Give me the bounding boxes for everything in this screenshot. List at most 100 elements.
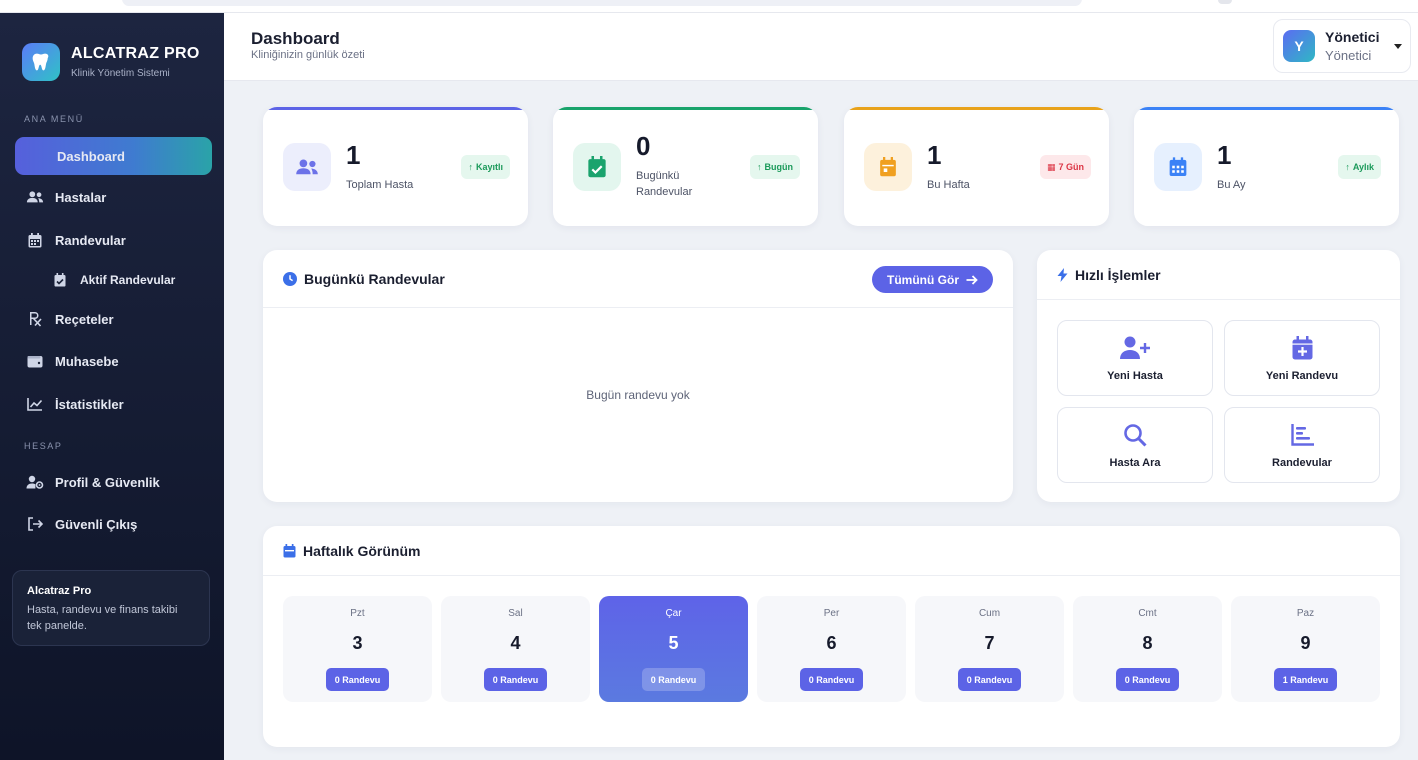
user-gear-icon	[15, 475, 55, 489]
day-card-per[interactable]: Per 6 0 Randevu	[757, 596, 906, 702]
stat-value: 1	[927, 140, 942, 170]
stat-label: Bu Ay	[1217, 179, 1246, 191]
day-name: Cmt	[1138, 608, 1157, 619]
calendar-week-icon	[864, 143, 912, 191]
user-menu[interactable]: Y Yönetici Yönetici	[1273, 19, 1411, 73]
sidebar-item-label: Reçeteler	[55, 311, 114, 327]
page-title: Dashboard	[251, 29, 340, 48]
browser-top-strip	[0, 0, 1418, 13]
calendar-plus-icon	[1292, 334, 1313, 362]
sidebar-info-card: Alcatraz Pro Hasta, randevu ve finans ta…	[12, 570, 210, 646]
appointment-count-badge: 0 Randevu	[1115, 668, 1180, 691]
sidebar: ALCATRAZ PRO Klinik Yönetim Sistemi ANA …	[0, 13, 224, 760]
user-plus-icon	[1120, 334, 1150, 362]
sidebar-item-receteler[interactable]: Reçeteler	[15, 300, 212, 338]
list-chart-icon	[1290, 421, 1314, 449]
sidebar-item-aktif-randevular[interactable]: Aktif Randevular	[40, 261, 212, 299]
day-card-sal[interactable]: Sal 4 0 Randevu	[441, 596, 590, 702]
address-bar[interactable]	[122, 0, 1082, 6]
day-name: Cum	[978, 608, 1001, 619]
brand[interactable]: ALCATRAZ PRO Klinik Yönetim Sistemi	[22, 43, 200, 81]
calendar-icon: ▦	[1046, 161, 1056, 172]
sidebar-item-label: Dashboard	[57, 148, 125, 164]
stat-label: Bu Hafta	[927, 179, 970, 191]
stat-card-toplam-hasta[interactable]: 1 Toplam Hasta ↑ Kayıtlı	[263, 107, 528, 226]
day-name: Sal	[508, 608, 523, 619]
stat-value: 1	[346, 140, 361, 170]
quick-action-label: Yeni Randevu	[1265, 370, 1339, 382]
sidebar-item-label: Randevular	[55, 232, 126, 248]
panel-header: Haftalık Görünüm	[263, 526, 1400, 576]
prescription-icon	[15, 311, 55, 327]
page-subtitle: Kliniğinizin günlük özeti	[251, 49, 365, 61]
arrow-up-icon: ↑	[468, 162, 473, 172]
appointment-count-badge: 0 Randevu	[641, 668, 706, 691]
avatar: Y	[1283, 30, 1315, 62]
day-name: Per	[823, 608, 840, 619]
chevron-down-icon	[1394, 44, 1402, 49]
sidebar-item-label: İstatistikler	[55, 396, 124, 412]
quick-action-label: Hasta Ara	[1109, 457, 1161, 469]
top-header: Dashboard Kliniğinizin günlük özeti Y Yö…	[224, 13, 1418, 81]
sidebar-item-hastalar[interactable]: Hastalar	[15, 178, 212, 216]
button-label: Tümünü Gör	[887, 272, 959, 287]
calendar-check-icon	[573, 143, 621, 191]
users-icon	[15, 190, 55, 204]
sidebar-item-label: Profil & Güvenlik	[55, 474, 160, 490]
brand-title: ALCATRAZ PRO	[71, 45, 200, 62]
clock-icon	[283, 271, 297, 286]
stat-card-bu-ay[interactable]: 1 Bu Ay ↑ Aylık	[1134, 107, 1399, 226]
day-name: Paz	[1296, 608, 1315, 619]
stat-label: Bugünkü Randevular	[636, 170, 693, 198]
arrow-right-icon	[966, 274, 978, 285]
sidebar-item-istatistikler[interactable]: İstatistikler	[15, 385, 212, 423]
day-name: Çar	[665, 608, 682, 619]
panel-title: Hızlı İşlemler	[1075, 266, 1161, 283]
sidebar-item-muhasebe[interactable]: Muhasebe	[15, 342, 212, 380]
sidebar-item-label: Muhasebe	[55, 353, 119, 369]
quick-action-label: Randevular	[1272, 457, 1332, 469]
user-role: Yönetici	[1325, 48, 1372, 63]
quick-action-yeni-hasta[interactable]: Yeni Hasta	[1057, 320, 1213, 396]
stat-card-bu-hafta[interactable]: 1 Bu Hafta ▦ 7 Gün	[844, 107, 1109, 226]
sidebar-card-desc: Hasta, randevu ve finans takibi tek pane…	[27, 604, 178, 632]
calendar-icon	[283, 543, 296, 558]
quick-action-hasta-ara[interactable]: Hasta Ara	[1057, 407, 1213, 483]
tooth-icon	[22, 43, 60, 81]
stat-card-bugunku-randevular[interactable]: 0 Bugünkü Randevular ↑ Bugün	[553, 107, 818, 226]
today-appointments-panel: Bugünkü Randevular Tümünü Gör Bugün rand…	[263, 250, 1013, 502]
day-card-car[interactable]: Çar 5 0 Randevu	[599, 596, 748, 702]
user-name: Yönetici	[1325, 29, 1380, 45]
appointment-count-badge: 0 Randevu	[325, 668, 390, 691]
day-card-cum[interactable]: Cum 7 0 Randevu	[915, 596, 1064, 702]
badge-text: Bugün	[764, 162, 794, 172]
day-date: 5	[668, 633, 679, 653]
quick-action-yeni-randevu[interactable]: Yeni Randevu	[1224, 320, 1380, 396]
day-card-cmt[interactable]: Cmt 8 0 Randevu	[1073, 596, 1222, 702]
section-label-main: ANA MENÜ	[24, 114, 84, 124]
sidebar-item-label: Güvenli Çıkış	[55, 516, 138, 532]
status-badge: ↑ Kayıtlı	[461, 155, 510, 179]
appointment-count-badge: 1 Randevu	[1273, 668, 1338, 691]
appointment-count-badge: 0 Randevu	[957, 668, 1022, 691]
day-date: 4	[510, 633, 521, 653]
sidebar-item-guvenli-cikis[interactable]: Güvenli Çıkış	[15, 505, 212, 543]
day-card-pzt[interactable]: Pzt 3 0 Randevu	[283, 596, 432, 702]
users-icon	[283, 143, 331, 191]
calendar-icon	[15, 232, 55, 248]
quick-action-randevular[interactable]: Randevular	[1224, 407, 1380, 483]
browser-control[interactable]	[1218, 0, 1232, 4]
status-badge: ↑ Bugün	[750, 155, 800, 179]
sidebar-item-dashboard[interactable]: Dashboard	[15, 137, 212, 175]
calendar-month-icon	[1154, 143, 1202, 191]
search-icon	[1123, 421, 1147, 449]
calendar-check-icon	[40, 273, 80, 287]
appointment-count-badge: 0 Randevu	[799, 668, 864, 691]
sidebar-item-profil-guvenlik[interactable]: Profil & Güvenlik	[15, 463, 212, 501]
day-card-paz[interactable]: Paz 9 1 Randevu	[1231, 596, 1380, 702]
view-all-button[interactable]: Tümünü Gör	[872, 266, 993, 293]
sidebar-item-randevular[interactable]: Randevular	[15, 221, 212, 259]
weekly-view-panel: Haftalık Görünüm Pzt 3 0 Randevu Sal 4 0…	[263, 526, 1400, 747]
empty-state-text: Bugün randevu yok	[586, 388, 690, 402]
badge-text: Aylık	[1352, 162, 1374, 172]
